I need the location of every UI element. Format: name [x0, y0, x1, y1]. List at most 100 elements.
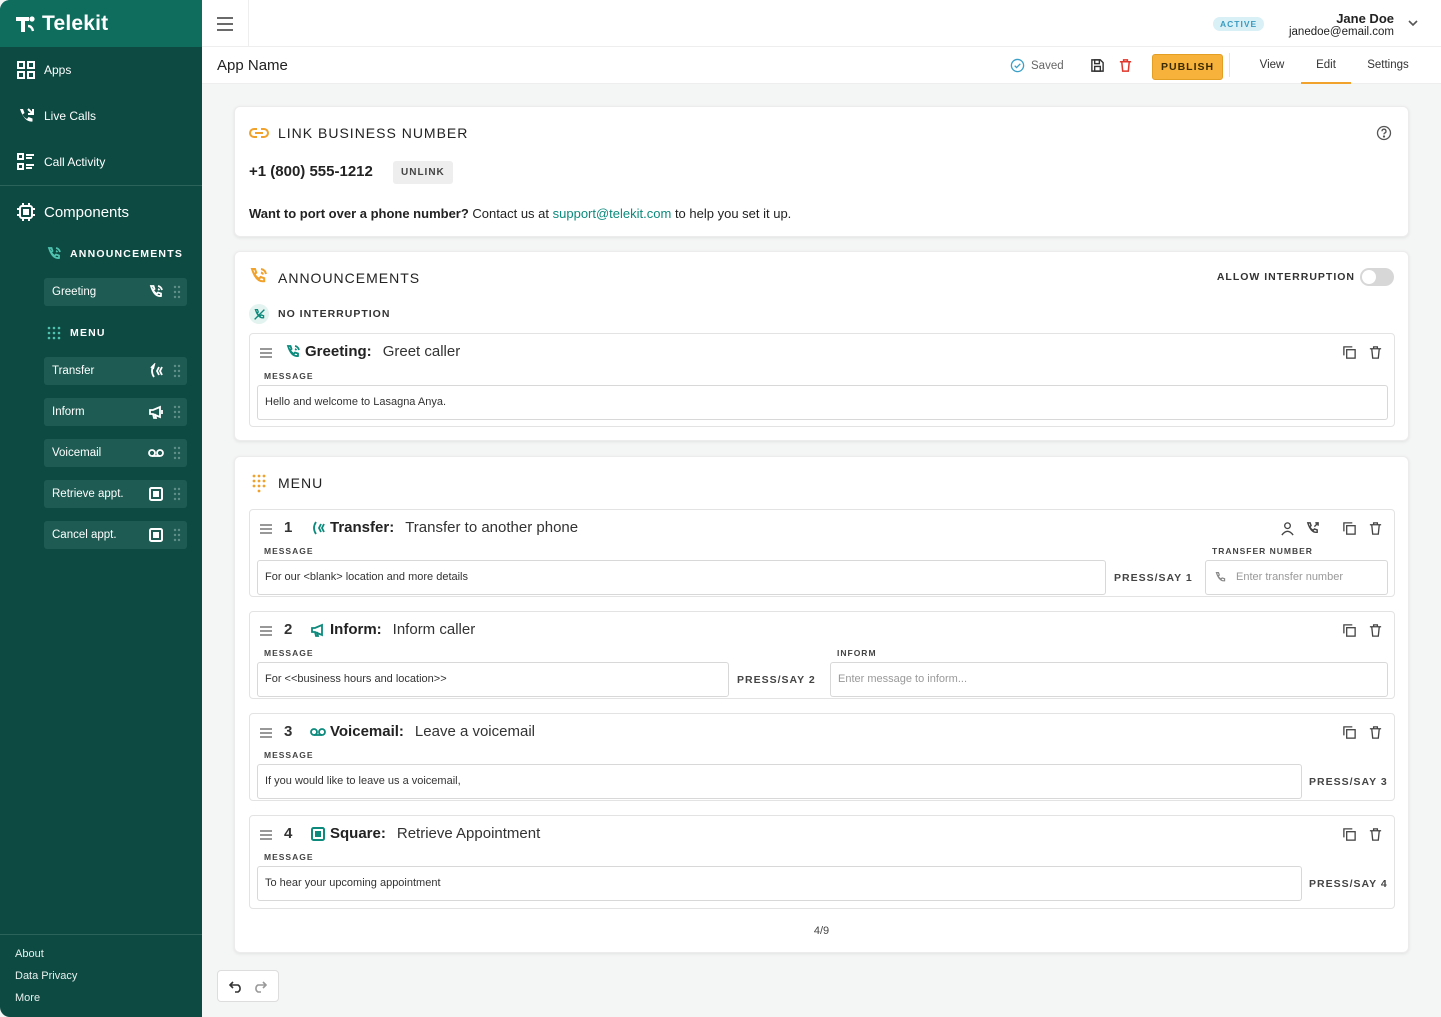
phone-ring-icon	[149, 285, 163, 297]
message-label: MESSAGE	[264, 750, 314, 760]
tab-settings[interactable]: Settings	[1360, 47, 1416, 84]
business-phone-number: +1 (800) 555-1212	[249, 163, 373, 180]
drag-handle-icon[interactable]	[259, 727, 273, 739]
phone-forward-icon[interactable]	[1305, 521, 1320, 536]
square-icon	[311, 826, 325, 841]
check-circle-icon	[1010, 58, 1025, 73]
help-icon[interactable]	[1376, 125, 1392, 141]
trash-icon[interactable]	[1368, 521, 1383, 536]
drag-handle-icon[interactable]	[173, 285, 181, 299]
drag-handle-icon[interactable]	[259, 625, 273, 637]
voicemail-message-input[interactable]: If you would like to leave us a voicemai…	[257, 764, 1302, 799]
undo-icon[interactable]	[229, 979, 243, 993]
transfer-icon	[313, 521, 325, 534]
inform-message-input[interactable]: For <<business hours and location>>	[257, 662, 729, 697]
copy-icon[interactable]	[1342, 345, 1357, 360]
user-name[interactable]: Jane Doe	[1336, 11, 1394, 26]
trash-icon[interactable]	[1368, 623, 1383, 638]
sidebar-chip-retrieve-appt[interactable]: Retrieve appt.	[44, 480, 187, 508]
sidebar-chip-voicemail[interactable]: Voicemail	[44, 439, 187, 467]
footer-link-more[interactable]: More	[15, 987, 187, 1009]
chip-label: Inform	[52, 406, 85, 418]
inform-text-input[interactable]: Enter message to inform...	[830, 662, 1388, 697]
nav-live-calls[interactable]: Live Calls	[0, 93, 202, 139]
copy-icon[interactable]	[1342, 827, 1357, 842]
greeting-message-input[interactable]: Hello and welcome to Lasagna Anya.	[257, 385, 1388, 420]
card-title: MENU	[278, 475, 324, 491]
contact-icon[interactable]	[1280, 521, 1295, 536]
drag-handle-icon[interactable]	[173, 528, 181, 542]
menu-toggle-button[interactable]	[202, 0, 249, 47]
square-icon	[149, 528, 163, 542]
tab-view[interactable]: View	[1248, 47, 1296, 84]
footer-link-data-privacy[interactable]: Data Privacy	[15, 965, 187, 987]
support-email-link[interactable]: support@telekit.com	[553, 206, 672, 221]
item-number: 1	[284, 519, 293, 536]
app-bar: App Name Saved PUBLISH View Edit Setting…	[202, 47, 1441, 84]
trash-icon[interactable]	[1368, 725, 1383, 740]
drag-handle-icon[interactable]	[259, 347, 273, 359]
save-icon[interactable]	[1090, 58, 1105, 73]
drag-handle-icon[interactable]	[259, 829, 273, 841]
chip-label: Transfer	[52, 365, 95, 377]
dialpad-icon	[252, 474, 266, 493]
sidebar-chip-transfer[interactable]: Transfer	[44, 357, 187, 385]
drag-handle-icon[interactable]	[173, 364, 181, 378]
sidebar-chip-cancel-appt[interactable]: Cancel appt.	[44, 521, 187, 549]
allow-interruption-toggle[interactable]	[1360, 268, 1394, 286]
nav-call-activity[interactable]: Call Activity	[0, 139, 202, 185]
item-description[interactable]: Leave a voicemail	[415, 723, 535, 740]
apps-grid-icon	[17, 61, 35, 79]
sidebar: Telekit Apps Live Calls Call Activity Co…	[0, 0, 202, 1017]
drag-handle-icon[interactable]	[259, 523, 273, 535]
item-kind: Square:	[330, 825, 386, 842]
unlink-button[interactable]: UNLINK	[393, 161, 453, 184]
item-description[interactable]: Inform caller	[393, 621, 476, 638]
components-section[interactable]: Components	[0, 186, 202, 238]
drag-handle-icon[interactable]	[173, 405, 181, 419]
item-description[interactable]: Transfer to another phone	[405, 519, 578, 536]
nav-label: Apps	[44, 63, 72, 77]
chevron-down-icon[interactable]	[1407, 17, 1419, 29]
drag-handle-icon[interactable]	[173, 487, 181, 501]
copy-icon[interactable]	[1342, 725, 1357, 740]
sidebar-chip-inform[interactable]: Inform	[44, 398, 187, 426]
copy-icon[interactable]	[1342, 521, 1357, 536]
trash-icon[interactable]	[1368, 345, 1383, 360]
drag-handle-icon[interactable]	[173, 446, 181, 460]
transfer-message-input[interactable]: For our <blank> location and more detail…	[257, 560, 1106, 595]
item-description[interactable]: Greet caller	[383, 343, 461, 360]
item-title: Greeting: Greet caller	[285, 343, 460, 360]
menu-item-transfer: 1 Transfer: Transfer to another phone ME…	[249, 509, 1395, 597]
press-say-label: PRESS/SAY 1	[1114, 572, 1193, 584]
item-description[interactable]: Retrieve Appointment	[397, 825, 540, 842]
item-number: 4	[284, 825, 293, 842]
item-kind: Inform:	[330, 621, 382, 638]
publish-button[interactable]: PUBLISH	[1152, 54, 1224, 80]
trash-icon[interactable]	[1368, 827, 1383, 842]
status-badge: ACTIVE	[1213, 17, 1265, 31]
port-number-text: Want to port over a phone number? Contac…	[249, 206, 791, 221]
card-title: ANNOUNCEMENTS	[278, 270, 421, 286]
tab-edit[interactable]: Edit	[1301, 47, 1351, 84]
transfer-icon	[150, 363, 163, 378]
square-message-input[interactable]: To hear your upcoming appointment	[257, 866, 1302, 901]
app-name[interactable]: App Name	[217, 57, 288, 74]
item-kind: Transfer:	[330, 519, 395, 536]
delete-icon[interactable]	[1118, 58, 1133, 73]
sidebar-chip-greeting[interactable]: Greeting	[44, 278, 187, 306]
card-title: LINK BUSINESS NUMBER	[278, 125, 469, 141]
phone-ring-icon	[250, 268, 267, 283]
menu-section[interactable]: MENU	[0, 319, 202, 347]
nav-apps[interactable]: Apps	[0, 47, 202, 93]
transfer-number-input[interactable]: Enter transfer number	[1205, 560, 1388, 595]
announcements-label: ANNOUNCEMENTS	[70, 248, 184, 260]
item-title: Voicemail: Leave a voicemail	[310, 723, 535, 740]
announcements-section[interactable]: ANNOUNCEMENTS	[0, 240, 202, 268]
copy-icon[interactable]	[1342, 623, 1357, 638]
press-say-label: PRESS/SAY 2	[737, 674, 816, 686]
redo-icon[interactable]	[253, 979, 267, 993]
message-label: MESSAGE	[264, 371, 314, 381]
footer-link-about[interactable]: About	[15, 943, 187, 965]
brand-logo[interactable]: Telekit	[0, 0, 202, 47]
